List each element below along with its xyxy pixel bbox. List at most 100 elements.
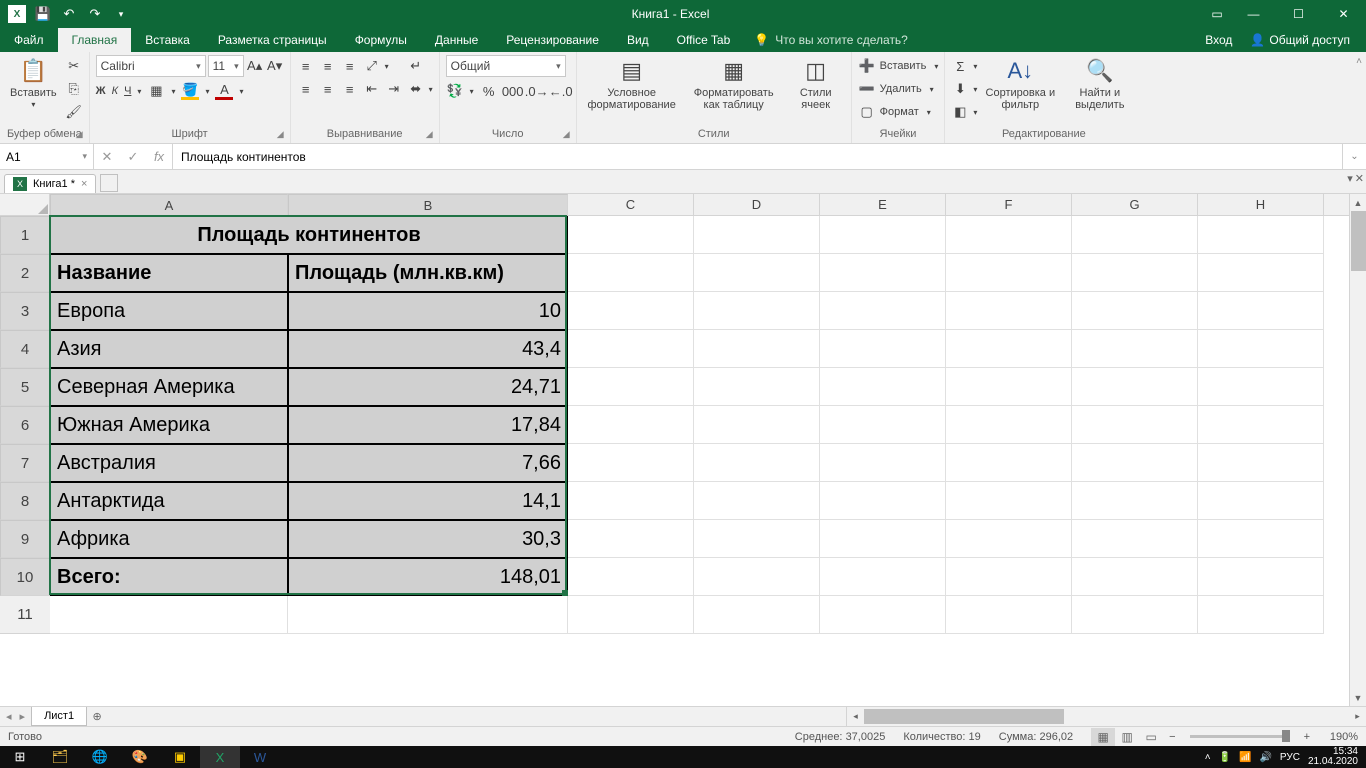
cell[interactable] bbox=[568, 254, 694, 292]
scroll-up-icon[interactable]: ▲ bbox=[1350, 194, 1366, 211]
cell[interactable] bbox=[820, 292, 946, 330]
language-indicator[interactable]: РУС bbox=[1280, 752, 1300, 763]
clipboard-launcher[interactable]: ◢ bbox=[76, 129, 83, 140]
cell[interactable] bbox=[820, 330, 946, 368]
system-tray[interactable]: ˄ 🔋 📶 🔊 РУС 15:34 21.04.2020 bbox=[1205, 747, 1366, 767]
cell[interactable] bbox=[820, 520, 946, 558]
tab-layout[interactable]: Разметка страницы bbox=[204, 28, 341, 52]
cell-data[interactable]: Название bbox=[50, 254, 288, 292]
percent-icon[interactable]: % bbox=[480, 82, 498, 100]
cell[interactable] bbox=[1072, 368, 1198, 406]
sheet-nav-prev-icon[interactable]: ◂ bbox=[6, 710, 12, 723]
cell[interactable] bbox=[946, 216, 1072, 254]
cell[interactable] bbox=[1072, 558, 1198, 596]
col-header-H[interactable]: H bbox=[1198, 194, 1324, 215]
cell[interactable] bbox=[946, 254, 1072, 292]
cell-data[interactable]: Европа bbox=[50, 292, 288, 330]
cell[interactable] bbox=[820, 368, 946, 406]
signin-link[interactable]: Вход bbox=[1205, 33, 1232, 47]
row-header-6[interactable]: 6 bbox=[0, 406, 50, 444]
scroll-right-icon[interactable]: ▸ bbox=[1349, 711, 1366, 722]
row-header-1[interactable]: 1 bbox=[0, 216, 50, 254]
cell[interactable] bbox=[946, 368, 1072, 406]
copy-button[interactable]: ⎘ bbox=[65, 78, 83, 100]
cell[interactable] bbox=[1198, 520, 1324, 558]
save-icon[interactable]: 💾 bbox=[34, 5, 52, 23]
wrap-text-icon[interactable]: ↵ bbox=[407, 57, 425, 75]
accounting-icon[interactable]: 💱 bbox=[446, 82, 464, 100]
cell[interactable] bbox=[50, 596, 288, 634]
tab-review[interactable]: Рецензирование bbox=[492, 28, 613, 52]
cell[interactable] bbox=[1072, 406, 1198, 444]
cell[interactable] bbox=[568, 292, 694, 330]
cell[interactable] bbox=[1072, 330, 1198, 368]
sort-filter-button[interactable]: A↓Сортировка и фильтр bbox=[981, 55, 1059, 113]
cell[interactable] bbox=[568, 368, 694, 406]
cell[interactable] bbox=[1072, 254, 1198, 292]
undo-icon[interactable]: ↶ bbox=[60, 5, 78, 23]
doctab-menu-icon[interactable]: ▾ bbox=[1347, 172, 1353, 185]
cell[interactable] bbox=[694, 406, 820, 444]
cell[interactable] bbox=[568, 444, 694, 482]
paint-icon[interactable]: 🎨 bbox=[120, 746, 160, 768]
cell[interactable] bbox=[820, 254, 946, 292]
align-top-icon[interactable]: ≡ bbox=[297, 57, 315, 75]
col-header-D[interactable]: D bbox=[694, 194, 820, 215]
zoom-in-button[interactable]: + bbox=[1298, 731, 1316, 743]
merge-icon[interactable]: ⬌ bbox=[407, 80, 425, 98]
cell[interactable] bbox=[946, 406, 1072, 444]
hscroll-thumb[interactable] bbox=[864, 709, 1064, 724]
cell[interactable] bbox=[1198, 482, 1324, 520]
cells-area[interactable]: Площадь континентовНазваниеПлощадь (млн.… bbox=[50, 216, 1349, 706]
chrome-icon[interactable]: 🌐 bbox=[80, 746, 120, 768]
cell-data[interactable]: Площадь континентов bbox=[50, 216, 568, 254]
zoom-value[interactable]: 190% bbox=[1316, 731, 1358, 743]
tab-insert[interactable]: Вставка bbox=[131, 28, 204, 52]
volume-icon[interactable]: 🔊 bbox=[1259, 752, 1271, 763]
align-left-icon[interactable]: ≡ bbox=[297, 80, 315, 98]
col-header-F[interactable]: F bbox=[946, 194, 1072, 215]
fx-icon[interactable]: fx bbox=[146, 149, 172, 164]
expand-formula-bar[interactable]: ⌄ bbox=[1342, 144, 1366, 169]
qat-more-icon[interactable]: ▾ bbox=[112, 5, 130, 23]
vscroll-thumb[interactable] bbox=[1351, 211, 1366, 271]
cell[interactable] bbox=[820, 482, 946, 520]
col-header-B[interactable]: B bbox=[288, 194, 568, 216]
format-cells-button[interactable]: ▢Формат▾ bbox=[858, 101, 931, 123]
italic-button[interactable]: К bbox=[112, 85, 118, 97]
view-normal-icon[interactable]: ▦ bbox=[1091, 728, 1115, 746]
borders-icon[interactable]: ▦ bbox=[147, 82, 165, 100]
cell-data[interactable]: 14,1 bbox=[288, 482, 568, 520]
cell[interactable] bbox=[946, 482, 1072, 520]
bold-button[interactable]: Ж bbox=[96, 85, 106, 97]
shrink-font-icon[interactable]: A▾ bbox=[266, 57, 284, 75]
cell-data[interactable]: Австралия bbox=[50, 444, 288, 482]
alignment-launcher[interactable]: ◢ bbox=[426, 129, 433, 140]
cell[interactable] bbox=[694, 520, 820, 558]
cell[interactable] bbox=[694, 216, 820, 254]
cell-data[interactable]: 24,71 bbox=[288, 368, 568, 406]
cell[interactable] bbox=[568, 406, 694, 444]
row-header-3[interactable]: 3 bbox=[0, 292, 50, 330]
doctab-close-icon[interactable]: ✕ bbox=[1355, 172, 1364, 185]
cell[interactable] bbox=[1072, 444, 1198, 482]
col-header-C[interactable]: C bbox=[568, 194, 694, 215]
cell[interactable] bbox=[1072, 596, 1198, 634]
cell[interactable] bbox=[1198, 292, 1324, 330]
fill-color-icon[interactable]: 🪣 bbox=[181, 82, 199, 100]
row-header-5[interactable]: 5 bbox=[0, 368, 50, 406]
find-select-button[interactable]: 🔍Найти и выделить bbox=[1063, 55, 1136, 113]
cell[interactable] bbox=[946, 444, 1072, 482]
new-doctab[interactable] bbox=[100, 174, 118, 192]
cell[interactable] bbox=[1072, 482, 1198, 520]
orientation-icon[interactable]: ⤢ bbox=[363, 57, 381, 75]
number-launcher[interactable]: ◢ bbox=[563, 129, 570, 140]
app-icon[interactable]: ▣ bbox=[160, 746, 200, 768]
increase-decimal-icon[interactable]: .0→ bbox=[528, 82, 546, 100]
row-header-8[interactable]: 8 bbox=[0, 482, 50, 520]
cell[interactable] bbox=[568, 558, 694, 596]
cell[interactable] bbox=[568, 216, 694, 254]
cell-data[interactable]: Всего: bbox=[50, 558, 288, 596]
row-header-2[interactable]: 2 bbox=[0, 254, 50, 292]
cell-data[interactable]: Южная Америка bbox=[50, 406, 288, 444]
